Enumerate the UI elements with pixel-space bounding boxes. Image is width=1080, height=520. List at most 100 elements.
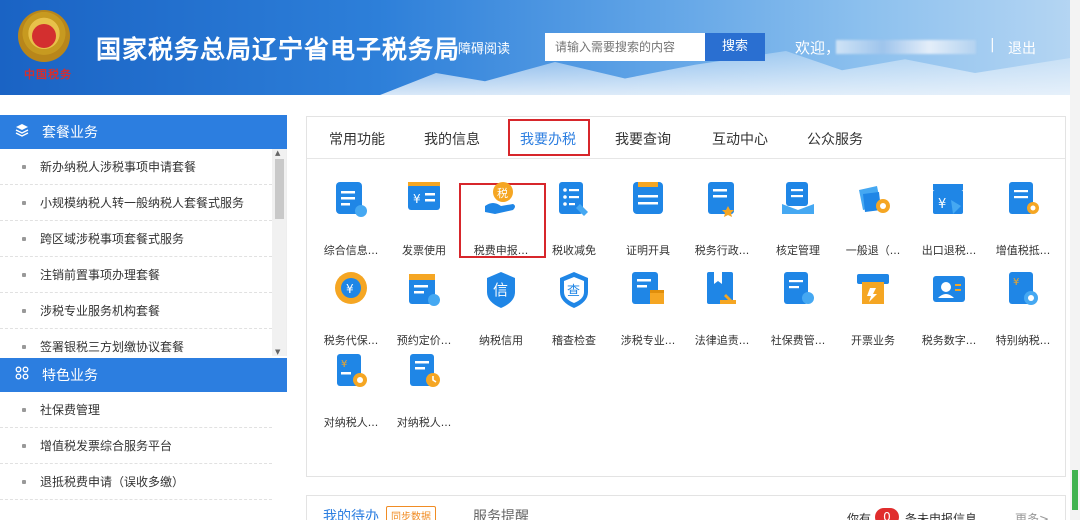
tab-service-reminder[interactable]: 服务提醒 xyxy=(473,506,529,520)
tile-digital-account[interactable]: 税务数字... xyxy=(913,262,985,347)
tile-label: 开票业务 xyxy=(851,334,895,347)
sidebar-item[interactable]: 注销前置事项办理套餐 xyxy=(0,257,272,293)
page-scrollbar-thumb[interactable] xyxy=(1072,470,1078,510)
scrollbar-thumb[interactable] xyxy=(275,159,284,219)
search-button[interactable]: 搜索 xyxy=(705,33,765,61)
tile-label: 税务数字... xyxy=(921,334,977,347)
social-security-icon xyxy=(780,270,816,310)
header-separator: | xyxy=(990,37,995,53)
package-list[interactable]: 新办纳税人涉税事项申请套餐 小规模纳税人转一般纳税人套餐式服务 跨区域涉税事项套… xyxy=(0,149,287,356)
tile-approval[interactable]: 核定管理 xyxy=(762,172,834,257)
sidebar-item-label: 涉税专业服务机构套餐 xyxy=(40,304,161,318)
todo-bar: 我的待办 同步数据 服务提醒 你有 0 条未申报信息 更多> xyxy=(306,495,1066,520)
digital-account-icon xyxy=(931,270,967,310)
seal-text: 中国税务 xyxy=(24,68,72,81)
tile-taxpayer-1[interactable]: ¥ 对纳税人... xyxy=(315,344,387,429)
bullet xyxy=(22,443,26,448)
sync-data-button[interactable]: 同步数据 xyxy=(386,506,436,520)
grid-icon xyxy=(14,366,30,384)
page-scrollbar[interactable] xyxy=(1070,0,1080,520)
more-link[interactable]: 更多> xyxy=(1015,510,1049,520)
bullet xyxy=(22,407,26,412)
sidebar-section-package[interactable]: 套餐业务 xyxy=(0,115,287,149)
svg-text:¥: ¥ xyxy=(938,197,946,212)
sidebar-scrollbar[interactable]: ▲ ▼ xyxy=(272,149,286,356)
bullet xyxy=(22,308,26,313)
sidebar-item-label: 退抵税费申请（误收多缴） xyxy=(40,475,185,489)
tile-general-refund[interactable]: 一般退（... xyxy=(837,172,909,257)
sidebar-item-label: 签署银税三方划缴协议套餐 xyxy=(40,340,185,354)
tile-invoice-use[interactable]: ¥ 发票使用 xyxy=(388,172,460,257)
tile-label: 证明开具 xyxy=(626,244,670,257)
tile-label: 法律追责... xyxy=(694,334,750,347)
sidebar-item[interactable]: 增值税发票综合服务平台 xyxy=(0,428,272,464)
taxpayer-doc-icon xyxy=(406,352,442,392)
sidebar-item-label: 增值税发票综合服务平台 xyxy=(40,439,173,453)
layers-icon xyxy=(14,123,30,141)
tile-social-security[interactable]: 社保费管... xyxy=(762,262,834,347)
tab-my-todo[interactable]: 我的待办 xyxy=(323,506,379,520)
refund-icon xyxy=(855,180,891,220)
tile-inspection[interactable]: 查 稽查检查 xyxy=(538,262,610,347)
sidebar-item-label: 小规模纳税人转一般纳税人套餐式服务 xyxy=(40,196,245,210)
tile-label: 对纳税人... xyxy=(323,416,379,429)
tile-tax-professional[interactable]: 涉税专业... xyxy=(612,262,684,347)
tile-tax-credit[interactable]: 信 纳税信用 xyxy=(465,262,537,347)
tax-declaration-icon: 税 xyxy=(483,180,519,220)
tile-label: 税费申报... xyxy=(473,244,529,257)
scroll-down-arrow-icon[interactable]: ▼ xyxy=(275,348,280,356)
tile-label: 税务行政... xyxy=(694,244,750,257)
tile-certificate[interactable]: 证明开具 xyxy=(612,172,684,257)
username-redacted xyxy=(836,40,976,54)
tile-tax-reduction[interactable]: 税收减免 xyxy=(538,172,610,257)
sidebar-section-title: 套餐业务 xyxy=(42,125,98,141)
tile-comprehensive-info[interactable]: 综合信息... xyxy=(315,172,387,257)
tile-tax-custody[interactable]: ¥ 税务代保... xyxy=(315,262,387,347)
tile-label: 对纳税人... xyxy=(396,416,452,429)
taxpayer-yen-icon: ¥ xyxy=(333,352,369,392)
accessibility-link[interactable]: 障碍阅读 xyxy=(458,38,510,57)
sidebar-item[interactable]: 签署银税三方划缴协议套餐 xyxy=(0,329,272,356)
tile-tax-admin[interactable]: 税务行政... xyxy=(686,172,758,257)
featured-list[interactable]: 社保费管理 增值税发票综合服务平台 退抵税费申请（误收多缴） xyxy=(0,392,287,500)
site-title: 国家税务总局辽宁省电子税务局 xyxy=(96,35,461,64)
tab-interaction[interactable]: 互动中心 xyxy=(712,129,768,149)
tile-export-refund[interactable]: ¥ 出口退税... xyxy=(913,172,985,257)
tab-query[interactable]: 我要查询 xyxy=(615,129,671,149)
tile-vat-deduction[interactable]: 增值税抵... xyxy=(987,172,1059,257)
tab-public-service[interactable]: 公众服务 xyxy=(807,129,863,149)
tile-special-tax[interactable]: ¥ 特别纳税... xyxy=(987,262,1059,347)
sidebar-item[interactable]: 新办纳税人涉税事项申请套餐 xyxy=(0,149,272,185)
tab-my-info[interactable]: 我的信息 xyxy=(424,129,480,149)
svg-text:¥: ¥ xyxy=(341,359,347,370)
tile-legal[interactable]: 法律追责... xyxy=(686,262,758,347)
tab-bar: 常用功能 我的信息 我要办税 我要查询 互动中心 公众服务 xyxy=(307,117,1065,159)
sidebar-section-featured[interactable]: 特色业务 xyxy=(0,358,287,392)
tax-custody-icon: ¥ xyxy=(333,270,369,310)
tile-label: 社保费管... xyxy=(770,334,826,347)
sidebar-item-label: 跨区域涉税事项套餐式服务 xyxy=(40,232,185,246)
sidebar-item[interactable]: 社保费管理 xyxy=(0,392,272,428)
sidebar-item-label: 社保费管理 xyxy=(40,403,101,417)
tile-label: 增值税抵... xyxy=(995,244,1051,257)
welcome-text: 欢迎， xyxy=(795,39,841,57)
sidebar-item[interactable]: 退抵税费申请（误收多缴） xyxy=(0,464,272,500)
tax-professional-icon xyxy=(630,270,666,310)
tile-taxpayer-2[interactable]: 对纳税人... xyxy=(388,344,460,429)
tile-issue-invoice[interactable]: 开票业务 xyxy=(837,262,909,347)
scroll-up-arrow-icon[interactable]: ▲ xyxy=(275,149,280,157)
tab-common[interactable]: 常用功能 xyxy=(329,129,385,149)
tile-tax-declaration[interactable]: 税 税费申报... xyxy=(465,172,537,257)
pricing-calendar-icon xyxy=(406,270,442,310)
active-tab-highlight xyxy=(508,119,590,156)
sidebar-item[interactable]: 涉税专业服务机构套餐 xyxy=(0,293,272,329)
sidebar-item-label: 注销前置事项办理套餐 xyxy=(40,268,161,282)
logout-link[interactable]: 退出 xyxy=(1008,38,1036,58)
sidebar-item[interactable]: 跨区域涉税事项套餐式服务 xyxy=(0,221,272,257)
search-input[interactable] xyxy=(545,33,705,61)
bullet xyxy=(22,272,26,277)
vat-deduction-icon xyxy=(1005,180,1041,220)
tile-label: 综合信息... xyxy=(323,244,379,257)
tile-pricing[interactable]: 预约定价... xyxy=(388,262,460,347)
sidebar-item[interactable]: 小规模纳税人转一般纳税人套餐式服务 xyxy=(0,185,272,221)
